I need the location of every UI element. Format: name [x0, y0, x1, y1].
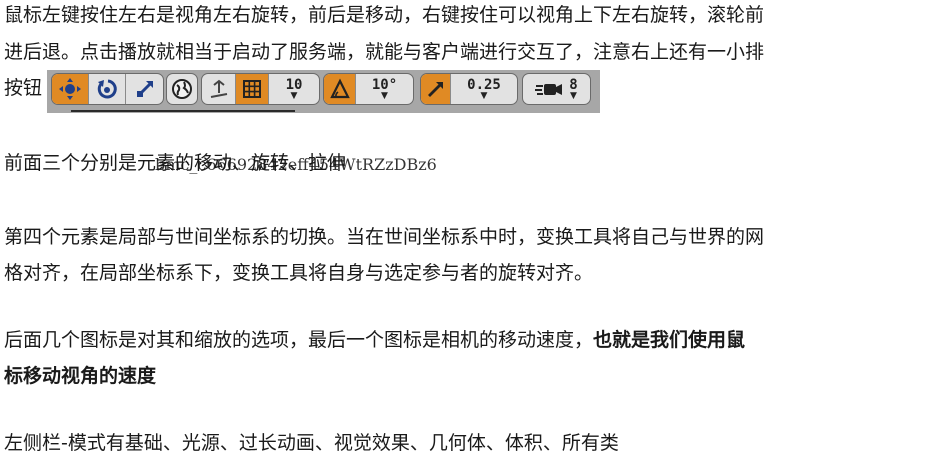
grid-snap-group: 10 ▼: [201, 73, 320, 105]
camera-speed-dropdown[interactable]: 8 ▼: [523, 74, 590, 104]
angle-snap-value: 10°: [371, 76, 398, 93]
overlay-watermark-text: bmc_c66692842eff454WtRZzDBz6: [155, 155, 437, 174]
grid-snap-value-dropdown[interactable]: 10 ▼: [269, 74, 319, 104]
move-tool-button[interactable]: [52, 74, 89, 104]
angle-icon: [329, 78, 350, 99]
surface-snap-button[interactable]: [202, 74, 236, 104]
chevron-down-icon: ▼: [480, 90, 488, 101]
angle-snap-toggle[interactable]: [324, 74, 356, 104]
paragraph3-line1: 第四个元素是局部与世间坐标系的切换。当在世间坐标系中时，变换工具将自己与世界的网: [4, 226, 765, 248]
move-icon: [59, 78, 81, 100]
scale-snap-value-dropdown[interactable]: 0.25 ▼: [451, 74, 517, 104]
paragraph1-line2: 进后退。点击播放就相当于启动了服务端，就能与客户端进行交互了，注意右上还有一小排: [4, 41, 765, 63]
transform-tools-group: [51, 73, 164, 105]
paragraph1-line1: 鼠标左键按住左右是视角左右旋转，前后是移动，右键按住可以视角上下左右旋转，滚轮前: [4, 4, 765, 26]
grid-snap-value: 10: [285, 76, 303, 93]
rotate-tool-button[interactable]: [89, 74, 126, 104]
paragraph4-line1: 后面几个图标是对其和缩放的选项，最后一个图标是相机的移动速度，也就是我们使用鼠: [4, 325, 745, 355]
surface-snap-icon: [210, 79, 227, 98]
chevron-down-icon: ▼: [570, 90, 577, 101]
world-local-icon: [172, 79, 192, 99]
angle-snap-group: 10° ▼: [323, 73, 414, 105]
chevron-down-icon: ▼: [381, 90, 388, 101]
scale-snap-group: 0.25 ▼: [420, 73, 518, 105]
paragraph4-line1-bold: 也就是我们使用鼠: [593, 329, 746, 351]
camera-speed-value: 8: [569, 76, 578, 93]
world-local-toggle[interactable]: [167, 74, 197, 104]
camera-speed-icon: [535, 84, 563, 95]
grid-icon: [243, 80, 261, 98]
scale-tool-button[interactable]: [126, 74, 163, 104]
angle-snap-value-dropdown[interactable]: 10° ▼: [356, 74, 413, 104]
scale-snap-toggle[interactable]: [421, 74, 451, 104]
rotate-icon: [97, 79, 117, 99]
paragraph1-line3: 按钮: [4, 77, 43, 99]
paragraph3-line2: 格对齐，在局部坐标系下，变换工具将自身与选定参与者的旋转对齐。: [4, 262, 594, 284]
paragraph4-line1-normal: 后面几个图标是对其和缩放的选项，最后一个图标是相机的移动速度，: [4, 329, 594, 351]
scale-snap-icon: [427, 82, 443, 97]
scale-icon: [136, 81, 153, 97]
toolbar-underline: [71, 110, 295, 112]
grid-snap-toggle[interactable]: [236, 74, 269, 104]
paragraph4-line2: 标移动视角的速度: [4, 365, 157, 387]
chevron-down-icon: ▼: [290, 90, 298, 101]
coordinate-space-group: [166, 73, 198, 105]
viewport-toolbar: 10 ▼ 10° ▼ 0.25 ▼ 8 ▼: [47, 70, 600, 113]
scale-snap-value: 0.25: [467, 76, 501, 93]
camera-speed-group: 8 ▼: [522, 73, 591, 105]
paragraph5: 左侧栏-模式有基础、光源、过长动画、视觉效果、几何体、体积、所有类: [4, 432, 619, 454]
